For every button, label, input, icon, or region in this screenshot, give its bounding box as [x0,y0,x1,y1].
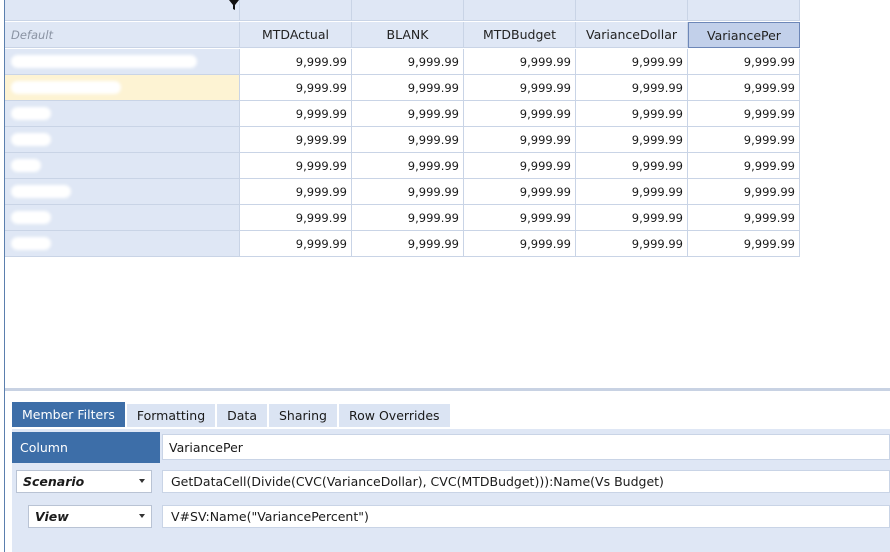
row-header-cell[interactable] [5,153,240,179]
table-cell[interactable]: 9,999.99 [352,75,464,101]
property-tabs: Member Filters Formatting Data Sharing R… [12,402,452,428]
table-cell[interactable]: 9,999.99 [688,75,800,101]
funnel-icon[interactable] [229,0,239,10]
row-header-title: Default [5,22,240,48]
table-cell[interactable]: 9,999.99 [576,231,688,257]
redacted-row-label [11,159,41,172]
table-cell[interactable]: 9,999.99 [464,101,576,127]
redacted-row-label [11,133,51,146]
redacted-row-label [11,185,71,198]
table-cell[interactable]: 9,999.99 [352,153,464,179]
column-filter-cell[interactable] [240,0,352,21]
column-name-field[interactable]: VariancePer [162,434,890,460]
dimension-dropdown-scenario[interactable]: Scenario [16,470,152,493]
table-cell[interactable]: 9,999.99 [352,101,464,127]
column-header-variancedollar[interactable]: VarianceDollar [576,22,688,48]
table-cell[interactable]: 9,999.99 [688,153,800,179]
redacted-row-label [11,211,51,224]
table-cell[interactable]: 9,999.99 [464,231,576,257]
column-filter-cell[interactable] [464,0,576,21]
table-cell[interactable]: 9,999.99 [352,231,464,257]
table-cell[interactable]: 9,999.99 [688,231,800,257]
table-row: 9,999.99 9,999.99 9,999.99 9,999.99 9,999.99 [5,153,890,179]
table-cell[interactable]: 9,999.99 [240,179,352,205]
column-filter-cell[interactable] [352,0,464,21]
dimension-dropdown-label: View [35,509,69,524]
table-cell[interactable]: 9,999.99 [688,205,800,231]
column-header-row: Default MTDActual BLANK MTDBudget Varian… [5,22,890,48]
table-cell[interactable]: 9,999.99 [352,179,464,205]
row-header-cell[interactable] [5,49,240,75]
table-row: 9,999.99 9,999.99 9,999.99 9,999.99 9,999.99 [5,179,890,205]
table-row: 9,999.99 9,999.99 9,999.99 9,999.99 9,999.99 [5,101,890,127]
table-cell[interactable]: 9,999.99 [688,49,800,75]
tab-row-overrides[interactable]: Row Overrides [339,404,450,427]
table-cell[interactable]: 9,999.99 [240,231,352,257]
redacted-row-label [11,81,121,94]
table-cell[interactable]: 9,999.99 [576,153,688,179]
row-header-filter-cell[interactable] [5,0,240,21]
table-row: 9,999.99 9,999.99 9,999.99 9,999.99 9,999.99 [5,127,890,153]
tab-sharing[interactable]: Sharing [269,404,337,427]
table-cell[interactable]: 9,999.99 [688,101,800,127]
table-cell[interactable]: 9,999.99 [240,205,352,231]
column-filter-cell[interactable] [576,0,688,21]
column-header-blank[interactable]: BLANK [352,22,464,48]
table-cell[interactable]: 9,999.99 [464,49,576,75]
table-cell[interactable]: 9,999.99 [576,179,688,205]
member-filters-panel: Column VariancePer Scenario GetDataCell(… [12,429,890,552]
table-cell[interactable]: 9,999.99 [576,205,688,231]
row-header-cell[interactable] [5,101,240,127]
data-grid: Default MTDActual BLANK MTDBudget Varian… [5,0,890,258]
table-cell[interactable]: 9,999.99 [576,75,688,101]
chevron-down-icon [139,479,145,483]
scenario-filter-expression[interactable]: GetDataCell(Divide(CVC(VarianceDollar), … [162,470,890,493]
panel-splitter[interactable] [5,388,890,391]
table-cell[interactable]: 9,999.99 [464,205,576,231]
chevron-down-icon [139,514,145,518]
row-header-cell[interactable] [5,205,240,231]
table-cell[interactable]: 9,999.99 [688,179,800,205]
table-row: 9,999.99 9,999.99 9,999.99 9,999.99 9,999.99 [5,231,890,257]
table-cell[interactable]: 9,999.99 [240,153,352,179]
column-label: Column [12,432,160,463]
table-cell[interactable]: 9,999.99 [576,49,688,75]
column-header-mtdbudget[interactable]: MTDBudget [464,22,576,48]
tab-data[interactable]: Data [217,404,267,427]
redacted-row-label [11,237,51,250]
tab-formatting[interactable]: Formatting [126,404,216,427]
column-header-variancepercent-selected[interactable]: VariancePer [688,22,800,48]
row-header-cell[interactable] [5,75,240,101]
column-filter-cell[interactable] [688,0,800,21]
table-cell[interactable]: 9,999.99 [240,49,352,75]
table-cell[interactable]: 9,999.99 [576,101,688,127]
table-cell[interactable]: 9,999.99 [352,127,464,153]
table-row: 9,999.99 9,999.99 9,999.99 9,999.99 9,999.99 [5,49,890,75]
row-header-cell[interactable] [5,127,240,153]
table-cell[interactable]: 9,999.99 [240,101,352,127]
column-header-mtdactual[interactable]: MTDActual [240,22,352,48]
table-cell[interactable]: 9,999.99 [688,127,800,153]
table-cell[interactable]: 9,999.99 [464,179,576,205]
dimension-dropdown-view[interactable]: View [28,505,152,528]
table-cell[interactable]: 9,999.99 [352,205,464,231]
row-header-cell[interactable] [5,231,240,257]
table-cell[interactable]: 9,999.99 [240,127,352,153]
row-header-cell[interactable] [5,179,240,205]
table-cell[interactable]: 9,999.99 [464,75,576,101]
table-cell[interactable]: 9,999.99 [352,49,464,75]
view-filter-expression[interactable]: V#SV:Name("VariancePercent") [162,505,890,528]
table-row: 9,999.99 9,999.99 9,999.99 9,999.99 9,999.99 [5,205,890,231]
redacted-row-label [11,55,197,68]
redacted-row-label [11,107,51,120]
tab-member-filters[interactable]: Member Filters [12,402,125,427]
table-cell[interactable]: 9,999.99 [464,127,576,153]
table-cell[interactable]: 9,999.99 [240,75,352,101]
table-cell[interactable]: 9,999.99 [576,127,688,153]
table-cell[interactable]: 9,999.99 [464,153,576,179]
dimension-dropdown-label: Scenario [23,474,85,489]
table-row: 9,999.99 9,999.99 9,999.99 9,999.99 9,999.99 [5,75,890,101]
